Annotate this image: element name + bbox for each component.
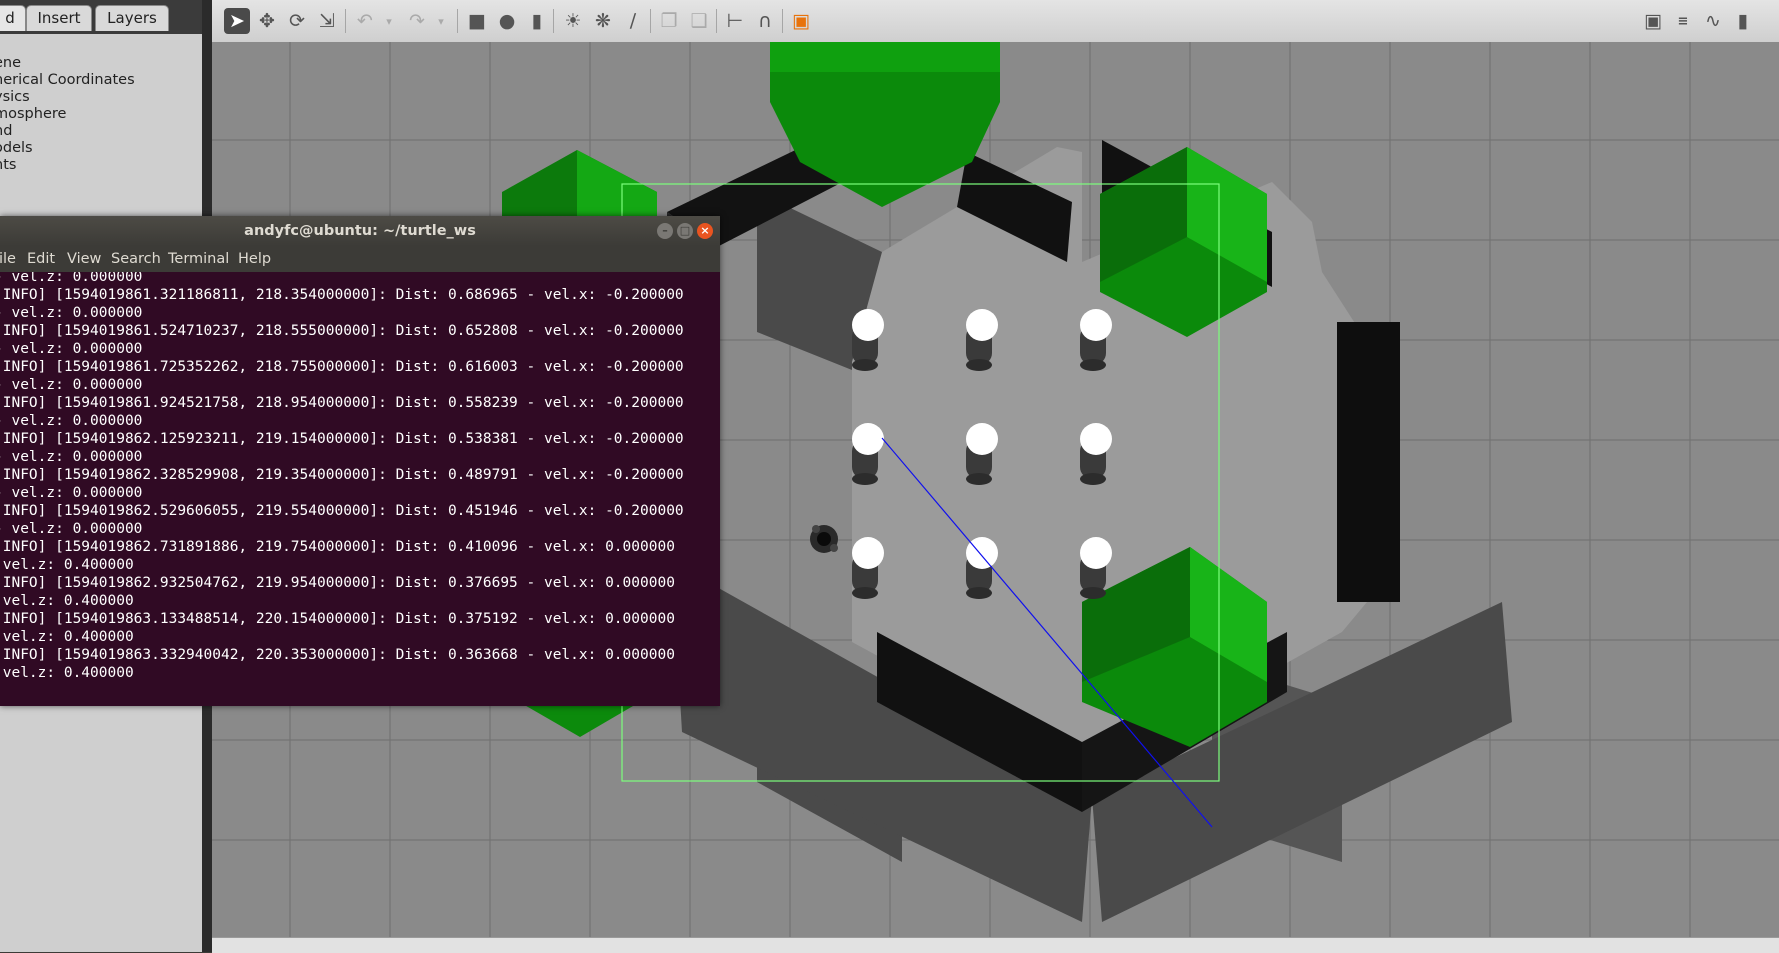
panel-tab-bar: d Insert Layers [0,0,212,34]
toolbar-separator [650,9,651,33]
terminal-line: INFO] [1594019861.321186811, 218.3540000… [0,287,684,303]
toolbar-separator [345,9,346,33]
terminal-title: andyfc@ubuntu: ~/turtle_ws [244,223,476,239]
menu-terminal[interactable]: Terminal [168,246,229,272]
toolbar-separator [716,9,717,33]
screenshot-camera-icon[interactable]: ▣ [1640,8,1666,34]
terminal-line: - vel.z: 0.000000 [0,521,143,537]
terminal-line: - vel.z: 0.000000 [0,341,143,357]
terminal-line: INFO] [1594019861.524710237, 218.5550000… [0,323,684,339]
terminal-line: - vel.z: 0.000000 [0,485,143,501]
undo-menu-icon[interactable]: ▾ [376,8,402,34]
minimize-icon[interactable]: – [657,223,673,239]
terminal-line: INFO] [1594019861.924521758, 218.9540000… [0,395,684,411]
menu-help[interactable]: Help [238,246,271,272]
copy-icon[interactable]: ❐ [656,8,682,34]
video-record-icon[interactable]: ▮ [1730,8,1756,34]
turtlebot-robot [810,525,838,553]
terminal-line: - vel.z: 0.000000 [0,272,143,285]
terminal-line: vel.z: 0.400000 [0,629,134,645]
terminal-line: - vel.z: 0.000000 [0,305,143,321]
scale-icon[interactable]: ⇲ [314,8,340,34]
maximize-icon[interactable]: □ [677,223,693,239]
terminal-line: INFO] [1594019863.133488514, 220.1540000… [0,611,675,627]
toolbar-separator [457,9,458,33]
terminal-line: - vel.z: 0.000000 [0,377,143,393]
tab-insert[interactable]: Insert [26,5,92,31]
toolbar-separator [553,9,554,33]
rotate-icon[interactable]: ⟳ [284,8,310,34]
tree-item-spherical-coordinates[interactable]: herical Coordinates [0,72,135,89]
sphere-icon[interactable]: ● [494,8,520,34]
menu-search[interactable]: Search [111,246,161,272]
log-icon[interactable]: ≡ [1670,8,1696,34]
tab-layers[interactable]: Layers [95,5,169,31]
tab-world-label: d [5,9,15,27]
undo-icon[interactable]: ↶ [352,8,378,34]
close-icon[interactable]: × [697,223,713,239]
terminal-line: vel.z: 0.400000 [0,557,134,573]
terminal-line: INFO] [1594019861.725352262, 218.7550000… [0,359,684,375]
terminal-line: - vel.z: 0.000000 [0,413,143,429]
directional-light-icon[interactable]: ∕ [620,8,646,34]
terminal-line: - vel.z: 0.000000 [0,449,143,465]
spot-light-icon[interactable]: ❋ [590,8,616,34]
time-panel [212,937,1779,953]
cylinder-icon[interactable]: ▮ [524,8,550,34]
tree-item-atmosphere[interactable]: mosphere [0,106,135,123]
terminal-output[interactable]: - vel.z: 0.000000 INFO] [1594019861.3211… [0,272,720,706]
terminal-line: INFO] [1594019862.125923211, 219.1540000… [0,431,684,447]
terminal-line: INFO] [1594019862.529606055, 219.5540000… [0,503,684,519]
point-light-icon[interactable]: ☀ [560,8,586,34]
terminal-menubar: ile Edit View Search Terminal Help [0,246,720,272]
tab-insert-label: Insert [37,9,81,27]
tree-item-physics[interactable]: ysics [0,89,135,106]
terminal-line: INFO] [1594019862.731891886, 219.7540000… [0,539,675,555]
terminal-line: INFO] [1594019862.328529908, 219.3540000… [0,467,684,483]
terminal-window[interactable]: andyfc@ubuntu: ~/turtle_ws – □ × ile Edi… [0,216,720,706]
translate-icon[interactable]: ✥ [254,8,280,34]
paste-icon[interactable]: ❑ [686,8,712,34]
terminal-titlebar[interactable]: andyfc@ubuntu: ~/turtle_ws – □ × [0,216,720,246]
toolbar-separator [782,9,783,33]
wall-right [1337,322,1400,602]
toolbar: ➤ ✥ ⟳ ⇲ ↶ ▾ ↷ ▾ ■ ● ▮ ☀ ❋ ∕ ❐ ❑ ⊢ ∩ ▣ ▣ … [212,0,1779,43]
tree-item-wind[interactable]: nd [0,123,135,140]
tree-item-lights[interactable]: hts [0,157,135,174]
menu-view[interactable]: View [67,246,101,272]
select-arrow-icon[interactable]: ➤ [224,8,250,34]
terminal-line: INFO] [1594019863.332940042, 220.3530000… [0,647,675,663]
snap-magnet-icon[interactable]: ∩ [752,8,778,34]
box-icon[interactable]: ■ [464,8,490,34]
change-view-icon[interactable]: ▣ [788,8,814,34]
terminal-line: INFO] [1594019862.932504762, 219.9540000… [0,575,675,591]
menu-edit[interactable]: Edit [27,246,55,272]
tree-item-gui[interactable]: l [0,38,135,55]
plot-icon[interactable]: ∿ [1700,8,1726,34]
terminal-line: vel.z: 0.400000 [0,665,134,681]
tab-world[interactable]: d [0,5,26,31]
redo-icon[interactable]: ↷ [404,8,430,34]
tree-item-scene[interactable]: ene [0,55,135,72]
redo-menu-icon[interactable]: ▾ [428,8,454,34]
tab-layers-label: Layers [107,9,157,27]
terminal-line: vel.z: 0.400000 [0,593,134,609]
menu-file[interactable]: ile [0,246,16,272]
align-icon[interactable]: ⊢ [722,8,748,34]
tree-item-models[interactable]: odels [0,140,135,157]
